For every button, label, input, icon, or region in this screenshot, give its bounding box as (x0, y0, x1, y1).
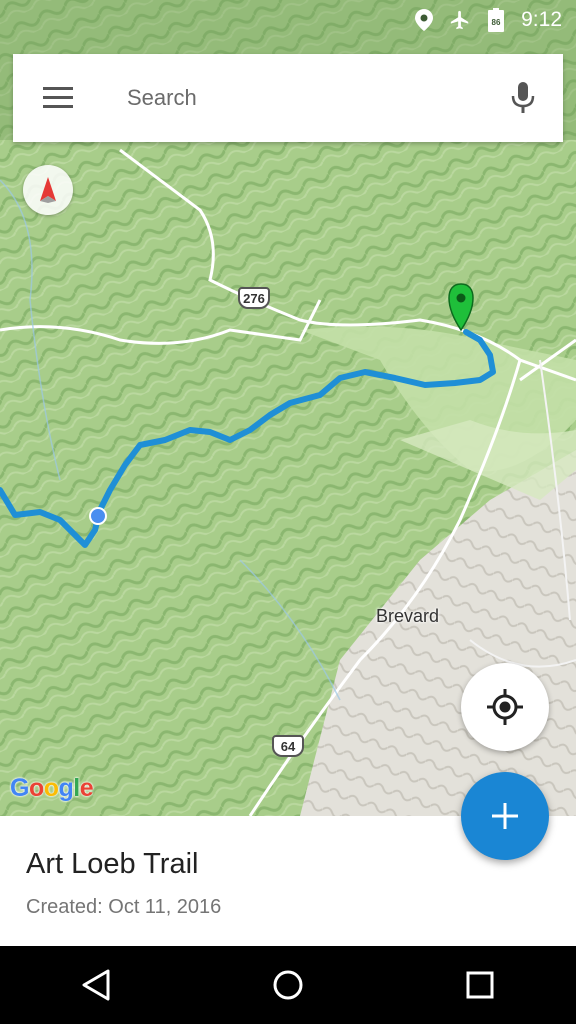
my-location-icon (487, 689, 523, 725)
plus-icon (492, 803, 518, 829)
microphone-icon (511, 82, 535, 113)
battery-icon: 86 (485, 8, 507, 32)
hamburger-menu-icon (43, 87, 73, 108)
search-bar (13, 54, 563, 142)
city-label-brevard: Brevard (376, 606, 440, 626)
route-64-shield: 64 (272, 735, 304, 757)
recents-square-icon (466, 971, 494, 999)
home-circle-icon (273, 970, 303, 1000)
route-276-label: 276 (243, 290, 265, 306)
route-64-label: 64 (280, 738, 296, 754)
route-276-shield: 276 (238, 287, 270, 309)
compass-button[interactable] (23, 165, 73, 215)
voice-search-button[interactable] (483, 54, 563, 142)
location-icon (413, 9, 435, 31)
my-location-button[interactable] (461, 663, 549, 751)
menu-button[interactable] (13, 54, 103, 142)
airplane-mode-icon (449, 9, 471, 31)
compass-icon (40, 177, 56, 203)
status-time: 9:12 (521, 8, 562, 31)
battery-level: 86 (492, 18, 501, 27)
home-button[interactable] (248, 946, 328, 1024)
search-input[interactable] (103, 54, 483, 142)
trail-created-date: Created: Oct 11, 2016 (26, 896, 222, 918)
navigation-bar (0, 946, 576, 1024)
back-button[interactable] (56, 946, 136, 1024)
add-button[interactable] (461, 772, 549, 860)
trail-title: Art Loeb Trail (26, 848, 199, 880)
back-triangle-icon (82, 969, 110, 1001)
current-location-dot (89, 507, 107, 525)
google-logo: Google (10, 774, 94, 802)
recents-button[interactable] (440, 946, 520, 1024)
status-bar: 86 9:12 (0, 0, 576, 40)
